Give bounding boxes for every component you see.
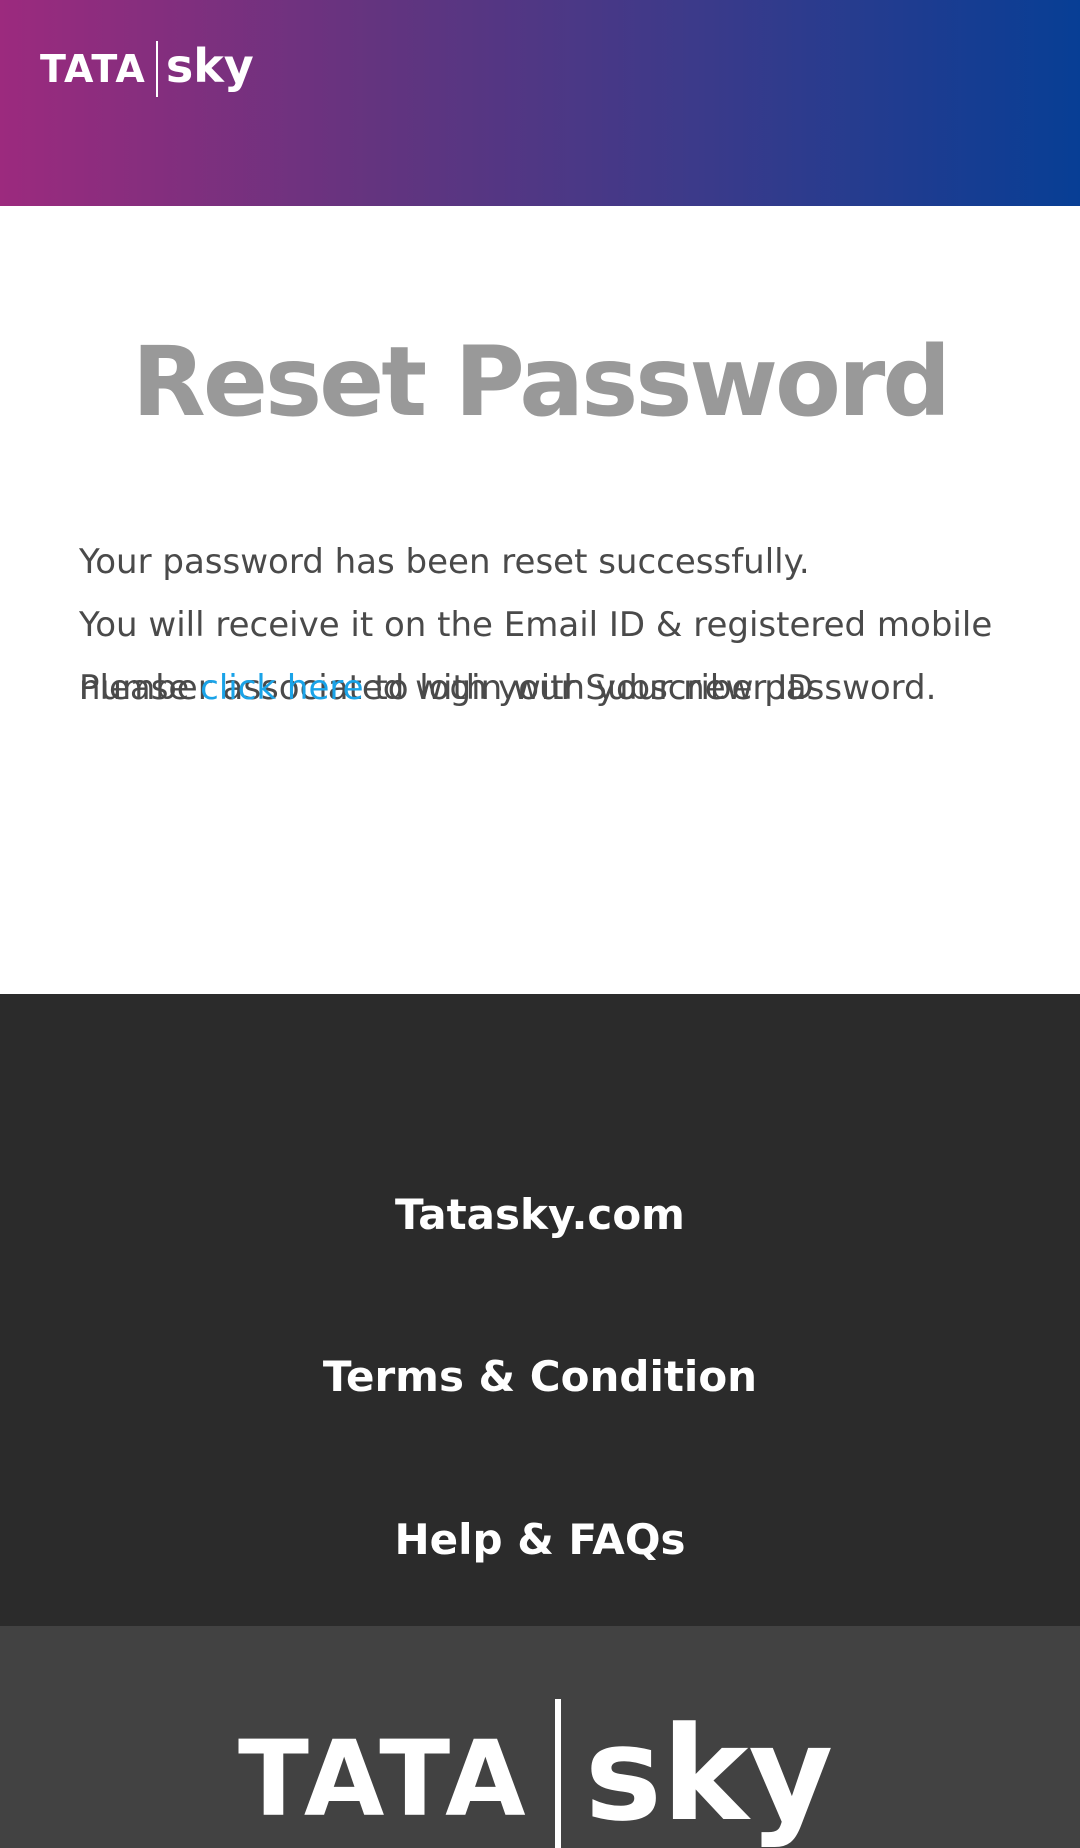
success-line: Your password has been reset successfull… (79, 542, 810, 582)
footer-logo-band: TATA sky (0, 1626, 1080, 1848)
click-here-link[interactable]: click here (200, 668, 363, 708)
logo-divider (155, 41, 158, 97)
footer-link-tatasky[interactable]: Tatasky.com (0, 1190, 1080, 1239)
page-title: Reset Password (131, 326, 951, 438)
footer-links: Tatasky.com Terms & Condition Help & FAQ… (0, 994, 1080, 1626)
footer-link-terms[interactable]: Terms & Condition (0, 1352, 1080, 1401)
logo-tata-text: TATA (40, 47, 146, 91)
footer-logo-tata-text: TATA (238, 1718, 529, 1840)
header: TATA sky (0, 0, 1080, 206)
login-prompt-suffix: to login with your new password. (363, 668, 937, 708)
footer-logo-sky-text: sky (584, 1698, 834, 1848)
footer-logo-divider (554, 1699, 561, 1848)
tata-sky-logo[interactable]: TATA sky (40, 39, 254, 98)
login-prompt-prefix: Please (79, 668, 201, 708)
login-prompt: Please click here to login with your new… (79, 657, 1009, 720)
footer-link-help[interactable]: Help & FAQs (0, 1515, 1080, 1564)
main-content: Reset Password Your password has been re… (0, 206, 1080, 994)
logo-sky-text: sky (165, 39, 254, 93)
footer-tata-sky-logo: TATA sky (238, 1698, 833, 1848)
